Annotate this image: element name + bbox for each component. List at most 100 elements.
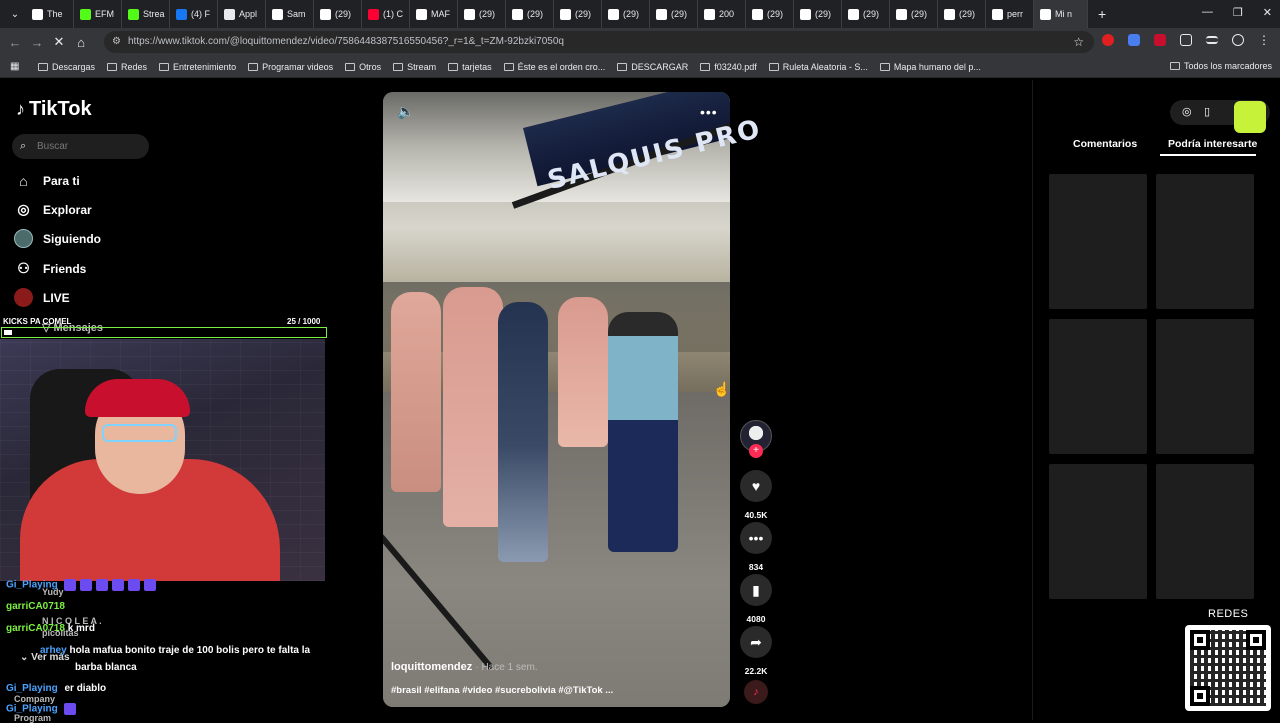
browser-tab[interactable]: MAF <box>410 0 458 28</box>
sidebar-item-siguiendo[interactable]: Siguiendo <box>14 229 101 248</box>
maximize-button[interactable]: ❐ <box>1233 6 1243 19</box>
close-window-button[interactable]: ✕ <box>1263 6 1272 19</box>
browser-tab[interactable]: Appl <box>218 0 266 28</box>
device-icon[interactable]: ▯ <box>1204 105 1210 118</box>
stop-loading-icon[interactable]: ✕ <box>48 34 70 50</box>
browser-tab[interactable]: (29) <box>794 0 842 28</box>
browser-tab[interactable]: Sam <box>266 0 314 28</box>
video-thumbnail-placeholder[interactable] <box>1156 174 1254 309</box>
follow-plus-icon[interactable]: + <box>749 444 763 458</box>
bookmark-item[interactable]: Ruleta Aleatoria - S... <box>768 62 868 72</box>
video-thumbnail-placeholder[interactable] <box>1049 174 1147 309</box>
browser-tab[interactable]: (29) <box>938 0 986 28</box>
compass-icon[interactable]: ◎ <box>1182 105 1192 118</box>
sound-disc-button[interactable]: ♪ <box>740 680 772 704</box>
bookmark-item[interactable]: tarjetas <box>448 62 492 72</box>
sidebar-item-friends[interactable]: ⚇ Friends <box>14 259 86 278</box>
creator-avatar-button[interactable]: + <box>740 420 772 458</box>
volume-icon[interactable]: 🔈 <box>397 103 414 120</box>
extensions-puzzle-icon[interactable] <box>1180 34 1192 46</box>
url-field[interactable]: ⚙ https://www.tiktok.com/@loquittomendez… <box>104 31 1094 53</box>
all-bookmarks[interactable]: Todos los marcadores <box>1169 61 1272 71</box>
browser-tab[interactable]: Mi n <box>1034 0 1088 28</box>
browser-tab[interactable]: The <box>26 0 74 28</box>
video-thumbnail-placeholder[interactable] <box>1156 319 1254 454</box>
tab-search-icon[interactable]: ⌄ <box>4 9 26 20</box>
apps-grid-icon[interactable]: ▦ <box>10 61 19 72</box>
browser-tab[interactable]: EFM <box>74 0 122 28</box>
tab-label: Sam <box>287 9 306 19</box>
bookmark-item[interactable]: Stream <box>393 62 436 72</box>
site-info-icon[interactable]: ⚙ <box>112 31 121 53</box>
qr-finder <box>1246 630 1266 650</box>
tiktok-logo-text: TikTok <box>29 98 92 120</box>
bookmark-item[interactable]: Redes <box>107 62 147 72</box>
browser-tab[interactable]: Strea <box>122 0 170 28</box>
mascot-avatar[interactable] <box>1234 101 1266 133</box>
video-hashtags[interactable]: #brasil #elifana #video #sucrebolivia #@… <box>391 685 613 696</box>
window-controls: — ❐ ✕ <box>1202 6 1272 19</box>
bookmark-item[interactable]: Mapa humano del p... <box>879 62 981 72</box>
browser-tab[interactable]: (29) <box>458 0 506 28</box>
bookmark-item[interactable]: Descargas <box>38 62 95 72</box>
sidebar-item-live[interactable]: LIVE <box>14 288 70 307</box>
extension-red-icon[interactable] <box>1102 34 1114 46</box>
bookmark-item[interactable]: DESCARGAR <box>617 62 688 72</box>
bookmark-item[interactable]: f03240.pdf <box>700 62 757 72</box>
browser-tab-strip: ⌄ The EFM Strea (4) F Appl Sam (29) (1) C MAF (29… <box>0 0 1280 28</box>
forward-icon[interactable]: → <box>26 35 48 50</box>
menu-kebab-icon[interactable]: ⋮ <box>1258 34 1270 46</box>
bookmark-star-icon[interactable]: ☆ <box>1073 31 1084 53</box>
extension-m-icon[interactable] <box>1154 34 1166 46</box>
bookmark-label: Otros <box>359 61 382 72</box>
bookmark-item[interactable]: Entretenimiento <box>159 62 236 72</box>
video-thumbnail-placeholder[interactable] <box>1156 464 1254 599</box>
video-thumbnail-placeholder[interactable] <box>1049 464 1147 599</box>
video-author[interactable]: loquittomendez · Hace 1 sem. <box>391 661 538 673</box>
browser-tab[interactable]: (29) <box>554 0 602 28</box>
author-name[interactable]: loquittomendez <box>391 661 472 673</box>
extension-translate-icon[interactable] <box>1128 34 1140 46</box>
comment-icon: ••• <box>740 522 772 554</box>
browser-tab[interactable]: (29) <box>746 0 794 28</box>
browser-tab[interactable]: (29) <box>602 0 650 28</box>
save-button[interactable]: ▮ 4080 <box>740 574 772 624</box>
tab-search-list-icon[interactable] <box>1206 36 1218 44</box>
bookmark-item[interactable]: Éste es el orden cro... <box>503 62 605 72</box>
tiktok-logo[interactable]: ♪ TikTok <box>16 98 92 121</box>
profile-avatar[interactable] <box>1232 34 1244 46</box>
tab-label: (29) <box>815 9 832 19</box>
new-tab-button[interactable]: + <box>1098 6 1106 22</box>
sidebar-item-para-ti[interactable]: ⌂ Para ti <box>14 171 79 190</box>
browser-tab[interactable]: 200 <box>698 0 746 28</box>
browser-tab[interactable]: (1) C <box>362 0 410 28</box>
friends-icon: ⚇ <box>17 260 30 276</box>
browser-tab[interactable]: (29) <box>506 0 554 28</box>
bookmark-item[interactable]: Programar videos <box>248 62 333 72</box>
tab-favicon-icon <box>752 8 763 20</box>
minimize-button[interactable]: — <box>1202 6 1213 19</box>
like-button[interactable]: ♥ 40.5K <box>740 470 772 520</box>
home-icon[interactable]: ⌂ <box>70 35 92 50</box>
folder-icon <box>448 62 459 71</box>
tab-favicon-icon <box>656 8 667 20</box>
comment-button[interactable]: ••• 834 <box>740 522 772 572</box>
video-thumbnail-placeholder[interactable] <box>1049 319 1147 454</box>
more-options-icon[interactable]: ••• <box>700 104 718 120</box>
browser-tab[interactable]: perr <box>986 0 1034 28</box>
bookmark-item[interactable]: Otros <box>345 62 381 72</box>
search-input[interactable]: ⌕ Buscar <box>12 134 149 159</box>
tab-comentarios[interactable]: Comentarios <box>1073 138 1137 150</box>
browser-tab[interactable]: (29) <box>890 0 938 28</box>
browser-tab[interactable]: (29) <box>314 0 362 28</box>
kicks-progress-fill <box>4 330 13 335</box>
browser-tab[interactable]: (29) <box>842 0 890 28</box>
sidebar-footer-program[interactable]: Program <box>14 713 51 723</box>
tab-podria-interesarte[interactable]: Podría interesarte <box>1168 138 1257 150</box>
folder-icon <box>700 62 711 71</box>
sidebar-item-explorar[interactable]: ◎ Explorar <box>14 200 91 219</box>
back-icon[interactable]: ← <box>4 35 26 50</box>
browser-tab[interactable]: (4) F <box>170 0 218 28</box>
share-button[interactable]: ➦ 22.2K <box>740 626 772 676</box>
browser-tab[interactable]: (29) <box>650 0 698 28</box>
